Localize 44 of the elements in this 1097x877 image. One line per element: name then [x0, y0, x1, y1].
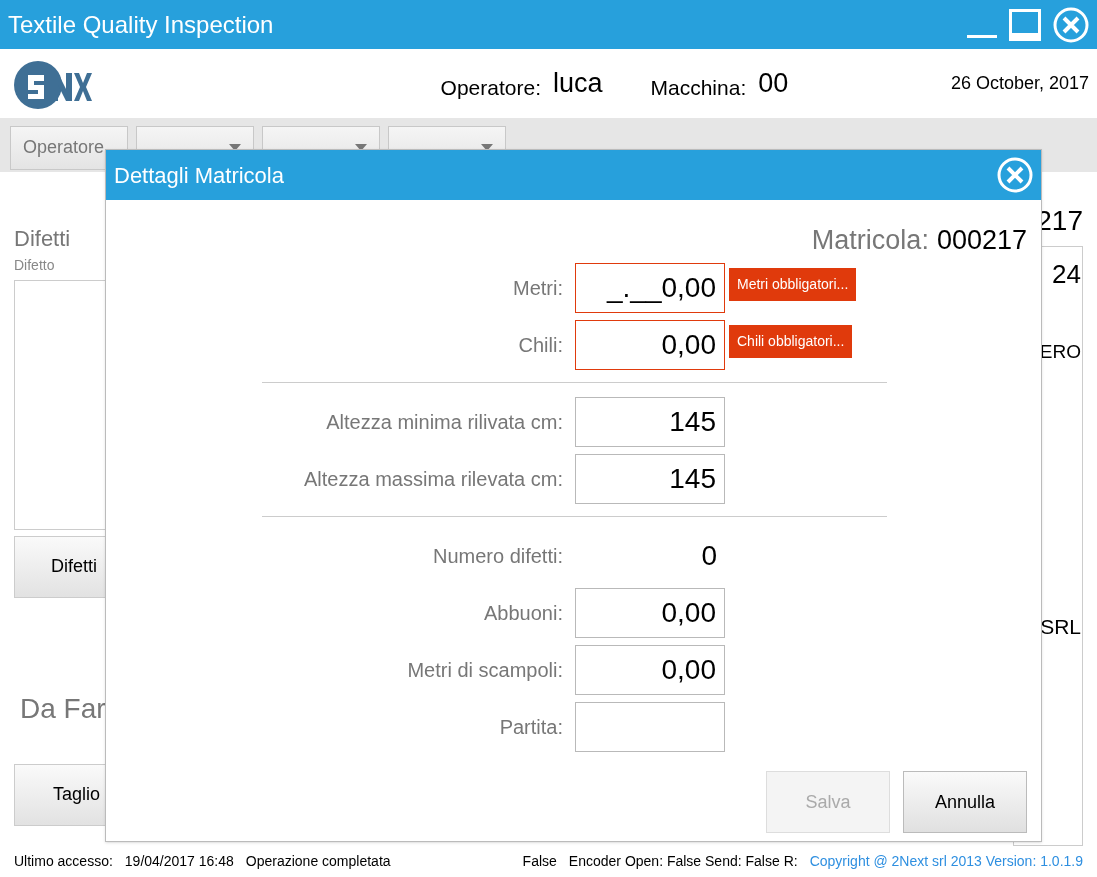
- close-icon[interactable]: [997, 157, 1033, 193]
- field-label: Numero difetti:: [431, 543, 563, 569]
- field-label: Altezza minima rilivata cm:: [325, 409, 563, 435]
- status-label: Ultimo accesso:: [14, 851, 113, 871]
- machine-number: 00: [758, 67, 789, 101]
- window-title: Textile Quality Inspection: [8, 9, 274, 40]
- field-label: Partita:: [498, 714, 563, 740]
- input-field[interactable]: 145: [575, 396, 725, 447]
- matricola-label: Matricola:: [811, 224, 929, 257]
- matricola-number: 000217: [936, 224, 1027, 257]
- status-text: Operazione completata: [245, 851, 391, 871]
- caret-icon: [481, 144, 493, 152]
- field-label: Chili:: [517, 332, 563, 358]
- list-header: Difetto: [14, 255, 56, 275]
- field-label: Altezza massima rilevata cm:: [303, 466, 563, 492]
- caret-icon: [229, 144, 241, 152]
- input-field[interactable]: _.__0,00: [575, 262, 725, 313]
- section-title: Difetti: [14, 224, 72, 253]
- error-tooltip: Metri obbligatori...: [729, 267, 857, 301]
- input-field[interactable]: 145: [575, 453, 725, 504]
- operator-name: luca: [553, 67, 603, 101]
- maximize-icon[interactable]: [1009, 8, 1041, 41]
- close-icon[interactable]: [1053, 6, 1089, 43]
- status-text: Encoder Open: False Send: False R:: [568, 851, 798, 871]
- input-field[interactable]: 0,00: [575, 587, 725, 638]
- status-text: False: [522, 851, 557, 871]
- field-label: Metri di scampoli:: [406, 657, 563, 683]
- input-field[interactable]: 0,00: [575, 644, 725, 695]
- operator-label: Operatore:: [440, 75, 541, 102]
- info-text: 24: [1052, 257, 1081, 291]
- status-text: 19/04/2017 16:48: [124, 851, 234, 871]
- field-label: Metri:: [512, 275, 563, 301]
- section-title: Da Far: [19, 691, 107, 726]
- error-tooltip: Chili obbligatori...: [729, 324, 853, 358]
- input-field[interactable]: [575, 701, 725, 752]
- machine-label: Macchina:: [650, 75, 747, 102]
- field-label: Abbuoni:: [483, 600, 563, 626]
- field-value: 0: [700, 538, 718, 573]
- info-text: SRL: [1040, 614, 1081, 641]
- copyright-text: Copyright @ 2Next srl 2013 Version: 1.0.1.9: [809, 851, 1083, 871]
- caret-icon: [355, 144, 367, 152]
- dialog-button[interactable]: Annulla: [903, 771, 1027, 833]
- input-field[interactable]: 0,00: [575, 319, 725, 370]
- date-text: 26 October, 2017: [950, 71, 1089, 95]
